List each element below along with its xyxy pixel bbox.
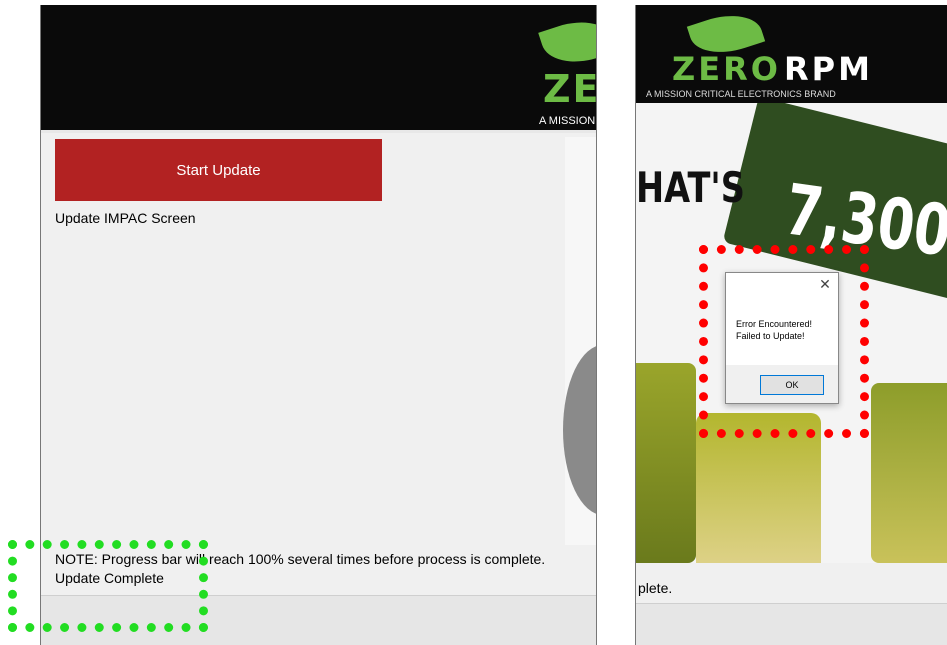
status-highlight-box xyxy=(8,540,208,632)
leaf-icon xyxy=(538,11,596,73)
zerorpm-logo: ZERORPM A MISSION CRITICAL ELECTRONICS B… xyxy=(521,5,596,130)
banner-headline: HAT'S xyxy=(636,163,745,212)
logo-tagline: A MISSION CRITICAL ELECTRONICS BRAND xyxy=(646,89,836,99)
error-highlight-box xyxy=(699,245,869,438)
logo-tagline: A MISSION CRITICAL ELECTRONICS BRAND xyxy=(539,115,596,127)
logo-text: ZERORPM xyxy=(543,67,596,111)
canister-graphic xyxy=(871,383,947,563)
start-update-button[interactable]: Start Update xyxy=(55,139,382,201)
brand-header: ZERO RPM A MISSION CRITICAL ELECTRONICS … xyxy=(636,5,947,103)
section-label: Update IMPAC Screen xyxy=(55,210,196,226)
brand-header: ZERORPM A MISSION CRITICAL ELECTRONICS B… xyxy=(41,5,596,130)
logo-zero-text: ZERO xyxy=(672,50,781,88)
status-text: plete. xyxy=(638,580,673,596)
window-footer xyxy=(636,603,947,645)
logo-rpm-text: RPM xyxy=(784,50,873,88)
canister-graphic xyxy=(636,363,696,563)
header-divider xyxy=(41,130,596,133)
